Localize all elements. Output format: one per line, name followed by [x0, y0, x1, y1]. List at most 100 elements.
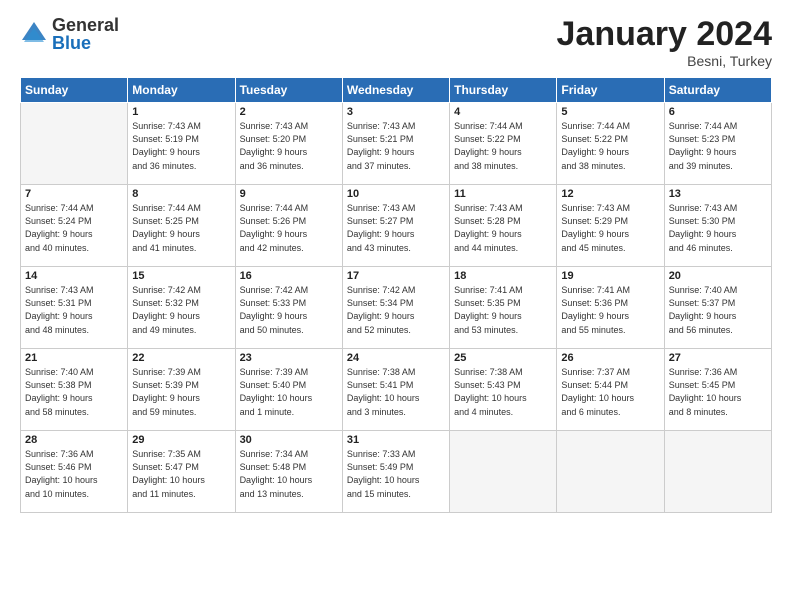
day-info: Sunrise: 7:43 AM Sunset: 5:30 PM Dayligh… [669, 202, 767, 254]
day-cell: 3 Sunrise: 7:43 AM Sunset: 5:21 PM Daylig… [342, 103, 449, 185]
col-wednesday: Wednesday [342, 78, 449, 103]
day-info: Sunrise: 7:44 AM Sunset: 5:22 PM Dayligh… [454, 120, 552, 172]
col-monday: Monday [128, 78, 235, 103]
day-info: Sunrise: 7:36 AM Sunset: 5:46 PM Dayligh… [25, 448, 123, 500]
week-row-1: 1Sunrise: 7:43 AM Sunset: 5:19 PM Daylig… [21, 103, 772, 185]
day-info: Sunrise: 7:40 AM Sunset: 5:37 PM Dayligh… [669, 284, 767, 336]
day-info: Sunrise: 7:43 AM Sunset: 5:28 PM Dayligh… [454, 202, 552, 254]
day-number: 8 [132, 188, 230, 200]
day-cell: 6Sunrise: 7:44 AM Sunset: 5:23 PM Daylig… [664, 103, 771, 185]
day-number: 10 [347, 188, 445, 200]
col-saturday: Saturday [664, 78, 771, 103]
day-info: Sunrise: 7:43 AM Sunset: 5:31 PM Dayligh… [25, 284, 123, 336]
col-sunday: Sunday [21, 78, 128, 103]
col-tuesday: Tuesday [235, 78, 342, 103]
day-cell: 23 Sunrise: 7:39 AM Sunset: 5:40 PM Dayli… [235, 349, 342, 431]
day-info: Sunrise: 7:44 AM Sunset: 5:22 PM Dayligh… [561, 120, 659, 172]
day-info: Sunrise: 7:43 AM Sunset: 5:21 PM Dayligh… [347, 120, 445, 172]
week-row-4: 21 Sunrise: 7:40 AM Sunset: 5:38 PM Dayli… [21, 349, 772, 431]
calendar-subtitle: Besni, Turkey [557, 53, 773, 69]
day-cell: 11 Sunrise: 7:43 AM Sunset: 5:28 PM Dayli… [450, 185, 557, 267]
day-number: 15 [132, 270, 230, 282]
day-cell: 12 Sunrise: 7:43 AM Sunset: 5:29 PM Dayli… [557, 185, 664, 267]
day-cell [664, 431, 771, 513]
day-number: 24 [347, 352, 445, 364]
day-cell: 18Sunrise: 7:41 AM Sunset: 5:35 PM Dayli… [450, 267, 557, 349]
day-number: 26 [561, 352, 659, 364]
day-number: 13 [669, 188, 767, 200]
day-number: 6 [669, 106, 767, 118]
day-number: 3 [347, 106, 445, 118]
day-cell: 29 Sunrise: 7:35 AM Sunset: 5:47 PM Dayli… [128, 431, 235, 513]
day-cell: 9 Sunrise: 7:44 AM Sunset: 5:26 PM Daylig… [235, 185, 342, 267]
day-info: Sunrise: 7:42 AM Sunset: 5:32 PM Dayligh… [132, 284, 230, 336]
day-cell [557, 431, 664, 513]
day-info: Sunrise: 7:44 AM Sunset: 5:26 PM Dayligh… [240, 202, 338, 254]
week-row-5: 28 Sunrise: 7:36 AM Sunset: 5:46 PM Dayli… [21, 431, 772, 513]
day-number: 12 [561, 188, 659, 200]
day-cell: 8 Sunrise: 7:44 AM Sunset: 5:25 PM Daylig… [128, 185, 235, 267]
day-number: 9 [240, 188, 338, 200]
day-number: 23 [240, 352, 338, 364]
day-number: 4 [454, 106, 552, 118]
day-cell: 20Sunrise: 7:40 AM Sunset: 5:37 PM Dayli… [664, 267, 771, 349]
logo-blue: Blue [52, 34, 119, 52]
day-info: Sunrise: 7:39 AM Sunset: 5:40 PM Dayligh… [240, 366, 338, 418]
logo-general: General [52, 16, 119, 34]
day-cell [21, 103, 128, 185]
day-number: 7 [25, 188, 123, 200]
day-info: Sunrise: 7:43 AM Sunset: 5:29 PM Dayligh… [561, 202, 659, 254]
day-cell: 15 Sunrise: 7:42 AM Sunset: 5:32 PM Dayli… [128, 267, 235, 349]
day-cell [450, 431, 557, 513]
day-cell: 22 Sunrise: 7:39 AM Sunset: 5:39 PM Dayli… [128, 349, 235, 431]
day-info: Sunrise: 7:39 AM Sunset: 5:39 PM Dayligh… [132, 366, 230, 418]
day-info: Sunrise: 7:36 AM Sunset: 5:45 PM Dayligh… [669, 366, 767, 418]
day-cell: 4 Sunrise: 7:44 AM Sunset: 5:22 PM Daylig… [450, 103, 557, 185]
day-info: Sunrise: 7:41 AM Sunset: 5:36 PM Dayligh… [561, 284, 659, 336]
day-number: 29 [132, 434, 230, 446]
day-number: 1 [132, 106, 230, 118]
day-number: 11 [454, 188, 552, 200]
day-info: Sunrise: 7:35 AM Sunset: 5:47 PM Dayligh… [132, 448, 230, 500]
day-number: 25 [454, 352, 552, 364]
page: General Blue January 2024 Besni, Turkey … [0, 0, 792, 612]
day-number: 27 [669, 352, 767, 364]
week-row-3: 14 Sunrise: 7:43 AM Sunset: 5:31 PM Dayli… [21, 267, 772, 349]
day-number: 22 [132, 352, 230, 364]
day-cell: 21 Sunrise: 7:40 AM Sunset: 5:38 PM Dayli… [21, 349, 128, 431]
day-cell: 1Sunrise: 7:43 AM Sunset: 5:19 PM Daylig… [128, 103, 235, 185]
col-friday: Friday [557, 78, 664, 103]
day-info: Sunrise: 7:44 AM Sunset: 5:25 PM Dayligh… [132, 202, 230, 254]
day-number: 2 [240, 106, 338, 118]
day-cell: 10 Sunrise: 7:43 AM Sunset: 5:27 PM Dayli… [342, 185, 449, 267]
day-cell: 5 Sunrise: 7:44 AM Sunset: 5:22 PM Daylig… [557, 103, 664, 185]
day-info: Sunrise: 7:42 AM Sunset: 5:33 PM Dayligh… [240, 284, 338, 336]
day-info: Sunrise: 7:33 AM Sunset: 5:49 PM Dayligh… [347, 448, 445, 500]
day-info: Sunrise: 7:38 AM Sunset: 5:41 PM Dayligh… [347, 366, 445, 418]
day-cell: 25Sunrise: 7:38 AM Sunset: 5:43 PM Dayli… [450, 349, 557, 431]
logo-icon [20, 20, 48, 48]
day-number: 5 [561, 106, 659, 118]
day-cell: 13 Sunrise: 7:43 AM Sunset: 5:30 PM Dayli… [664, 185, 771, 267]
day-cell: 30Sunrise: 7:34 AM Sunset: 5:48 PM Dayli… [235, 431, 342, 513]
day-cell: 14 Sunrise: 7:43 AM Sunset: 5:31 PM Dayli… [21, 267, 128, 349]
day-number: 16 [240, 270, 338, 282]
logo-text: General Blue [52, 16, 119, 52]
day-info: Sunrise: 7:43 AM Sunset: 5:20 PM Dayligh… [240, 120, 338, 172]
day-number: 18 [454, 270, 552, 282]
logo: General Blue [20, 16, 119, 52]
day-info: Sunrise: 7:43 AM Sunset: 5:27 PM Dayligh… [347, 202, 445, 254]
title-block: January 2024 Besni, Turkey [557, 16, 773, 69]
day-info: Sunrise: 7:37 AM Sunset: 5:44 PM Dayligh… [561, 366, 659, 418]
week-row-2: 7Sunrise: 7:44 AM Sunset: 5:24 PM Daylig… [21, 185, 772, 267]
day-cell: 19Sunrise: 7:41 AM Sunset: 5:36 PM Dayli… [557, 267, 664, 349]
day-info: Sunrise: 7:40 AM Sunset: 5:38 PM Dayligh… [25, 366, 123, 418]
day-number: 28 [25, 434, 123, 446]
calendar-title: January 2024 [557, 16, 773, 53]
day-number: 21 [25, 352, 123, 364]
day-cell: 27 Sunrise: 7:36 AM Sunset: 5:45 PM Dayli… [664, 349, 771, 431]
day-cell: 16 Sunrise: 7:42 AM Sunset: 5:33 PM Dayli… [235, 267, 342, 349]
day-number: 14 [25, 270, 123, 282]
calendar-table: Sunday Monday Tuesday Wednesday Thursday… [20, 77, 772, 513]
day-cell: 17Sunrise: 7:42 AM Sunset: 5:34 PM Dayli… [342, 267, 449, 349]
